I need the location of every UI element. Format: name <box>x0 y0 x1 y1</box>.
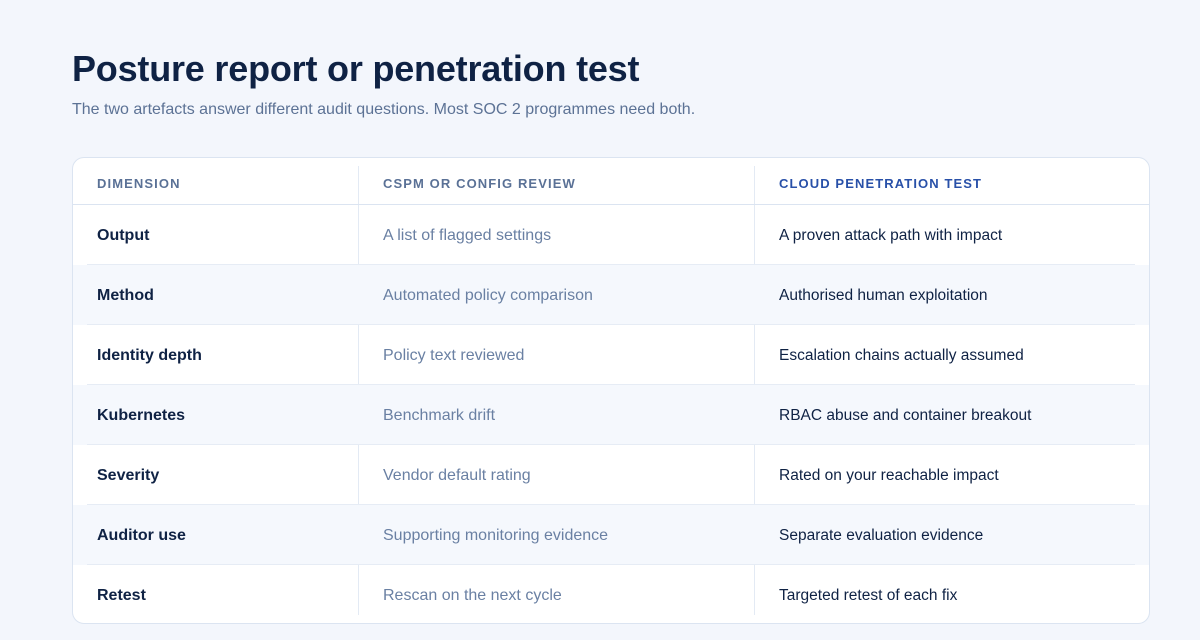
row-pentest-value: Rated on your reachable impact <box>779 467 999 484</box>
row-dimension: Identity depth <box>97 347 202 364</box>
row-cspm-value: Policy text reviewed <box>383 347 525 364</box>
row-dimension: Kubernetes <box>97 407 186 424</box>
table-row: Retest Rescan on the next cycle Targeted… <box>73 565 1149 623</box>
row-cspm-value: A list of flagged settings <box>383 227 552 244</box>
row-cspm-value: Rescan on the next cycle <box>383 587 562 604</box>
row-cspm-value: Automated policy comparison <box>383 287 593 304</box>
row-pentest-value: Authorised human exploitation <box>779 287 988 304</box>
row-pentest-value: Separate evaluation evidence <box>779 527 984 544</box>
table-header-row: Dimension CSPM or config review Cloud pe… <box>73 158 1149 205</box>
row-cspm-value: Vendor default rating <box>383 467 531 484</box>
comparison-table: Dimension CSPM or config review Cloud pe… <box>72 157 1150 624</box>
row-pentest-value: RBAC abuse and container breakout <box>779 407 1032 424</box>
table-row: Method Automated policy comparison Autho… <box>73 265 1149 325</box>
row-pentest-value: Targeted retest of each fix <box>779 587 958 604</box>
row-dimension: Severity <box>97 467 160 484</box>
table-row: Auditor use Supporting monitoring eviden… <box>73 505 1149 565</box>
header-cspm: CSPM or config review <box>383 176 576 191</box>
table-row: Kubernetes Benchmark drift RBAC abuse an… <box>73 385 1149 445</box>
row-pentest-value: Escalation chains actually assumed <box>779 347 1024 364</box>
page-subtitle: The two artefacts answer different audit… <box>72 101 696 118</box>
row-dimension: Retest <box>97 587 146 604</box>
row-dimension: Output <box>97 227 150 244</box>
row-dimension: Method <box>97 287 154 304</box>
row-pentest-value: A proven attack path with impact <box>779 227 1003 244</box>
header-dimension: Dimension <box>97 176 181 191</box>
row-cspm-value: Supporting monitoring evidence <box>383 527 609 544</box>
header-pentest: Cloud penetration test <box>779 176 983 191</box>
table-row: Output A list of flagged settings A prov… <box>73 205 1149 265</box>
row-cspm-value: Benchmark drift <box>383 407 496 424</box>
page-title: Posture report or penetration test <box>72 48 640 89</box>
row-dimension: Auditor use <box>97 527 186 544</box>
table-row: Severity Vendor default rating Rated on … <box>73 445 1149 505</box>
page: Posture report or penetration test The t… <box>0 0 1200 640</box>
table-body: Output A list of flagged settings A prov… <box>73 205 1149 623</box>
table-row: Identity depth Policy text reviewed Esca… <box>73 325 1149 385</box>
